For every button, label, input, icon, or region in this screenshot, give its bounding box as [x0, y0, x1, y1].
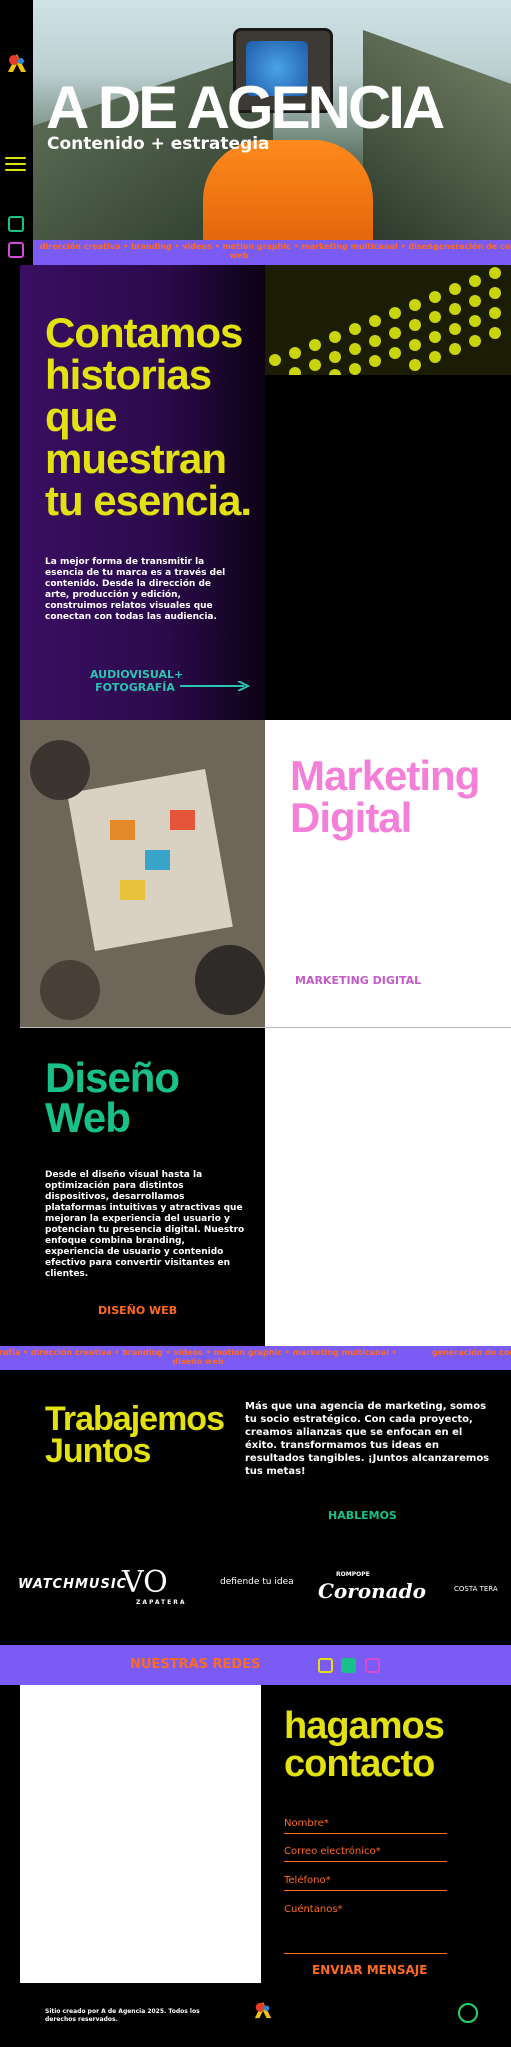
- services-ticker-2: rafía • dirección creativa • branding • …: [0, 1346, 511, 1370]
- agency-logo[interactable]: [6, 52, 28, 74]
- services-ticker: dirección creativa • branding • videos •…: [33, 240, 511, 266]
- instagram-icon[interactable]: [8, 242, 24, 258]
- menu-icon[interactable]: [5, 157, 26, 175]
- orange-jacket: [203, 140, 373, 240]
- marketing-title: Marketing Digital: [290, 752, 480, 841]
- send-button[interactable]: ENVIAR MENSAJE: [312, 1963, 427, 1977]
- hero-title: A DE AGENCIA: [46, 74, 445, 141]
- together-body: Más que una agencia de marketing, somos …: [245, 1401, 490, 1477]
- web-title: Diseño Web: [45, 1054, 180, 1141]
- story-section: Contamos historias que muestran tu esenc…: [20, 265, 265, 720]
- phone-field[interactable]: Teléfono*: [284, 1875, 447, 1891]
- dots-image: [265, 265, 511, 375]
- ticker-text-tail: generación de conte: [433, 242, 511, 251]
- instagram-icon[interactable]: [365, 1658, 380, 1673]
- facebook-icon[interactable]: [8, 216, 24, 232]
- brand-zapatera: ZAPATERA: [136, 1599, 187, 1606]
- web-section: Diseño Web Desde el diseño visual hasta …: [20, 1028, 265, 1346]
- ticker2-text: rafía • dirección creativa • branding • …: [0, 1348, 397, 1366]
- name-field[interactable]: Nombre*: [284, 1818, 447, 1834]
- marketing-panel: Marketing Digital MARKETING DIGITAL: [265, 720, 511, 1027]
- message-field[interactable]: Cuéntanos*: [284, 1904, 447, 1919]
- marketing-link[interactable]: MARKETING DIGITAL: [295, 974, 421, 987]
- web-link[interactable]: DISEÑO WEB: [98, 1304, 177, 1317]
- contact-title: hagamos contacto: [284, 1705, 445, 1785]
- map-panel: [20, 1685, 261, 1983]
- brand-defiende: defiende tu idea: [220, 1577, 294, 1587]
- brand-vo: VO: [122, 1565, 168, 1600]
- facebook-icon[interactable]: [341, 1658, 356, 1673]
- social-label: NUESTRAS REDES: [130, 1657, 261, 1672]
- brand-rompope: ROMPOPE: [336, 1571, 370, 1578]
- brand-watchmusic: WATCHMUSIC: [18, 1577, 128, 1592]
- hero-subtitle: Contenido + estrategia: [47, 134, 270, 154]
- linkedin-icon[interactable]: [318, 1658, 333, 1673]
- social-bar: NUESTRAS REDES: [0, 1645, 511, 1685]
- web-image-panel: [265, 1028, 511, 1346]
- whatsapp-icon[interactable]: [458, 2003, 478, 2023]
- team-photo: [20, 720, 265, 1027]
- story-body: La mejor forma de transmitir la esencia …: [45, 557, 226, 622]
- side-rail: [0, 0, 33, 265]
- web-body: Desde el diseño visual hasta la optimiza…: [45, 1170, 245, 1279]
- brand-coronado: Coronado: [318, 1579, 426, 1603]
- audiovisual-link[interactable]: AUDIOVISUAL+ FOTOGRAFÍA: [90, 668, 183, 694]
- footer-text: Sitio creado por A de Agencia 2025. Todo…: [45, 2008, 200, 2023]
- ticker2-text-tail: generación de con: [432, 1348, 511, 1357]
- brand-logos: WATCHMUSIC VO ZAPATERA defiende tu idea …: [0, 1565, 511, 1610]
- story-title: Contamos historias que muestran tu esenc…: [45, 309, 252, 524]
- brand-costa: COSTA TERA: [454, 1585, 498, 1593]
- hablemos-link[interactable]: HABLEMOS: [328, 1509, 397, 1522]
- arrow-right-icon[interactable]: [180, 681, 250, 691]
- message-underline: [284, 1953, 447, 1954]
- ticker-text: dirección creativa • branding • videos •…: [39, 242, 439, 260]
- email-field[interactable]: Correo electrónico*: [284, 1846, 447, 1862]
- agency-logo-footer[interactable]: [253, 2000, 273, 2020]
- together-title: Trabajemos Juntos: [45, 1400, 225, 1470]
